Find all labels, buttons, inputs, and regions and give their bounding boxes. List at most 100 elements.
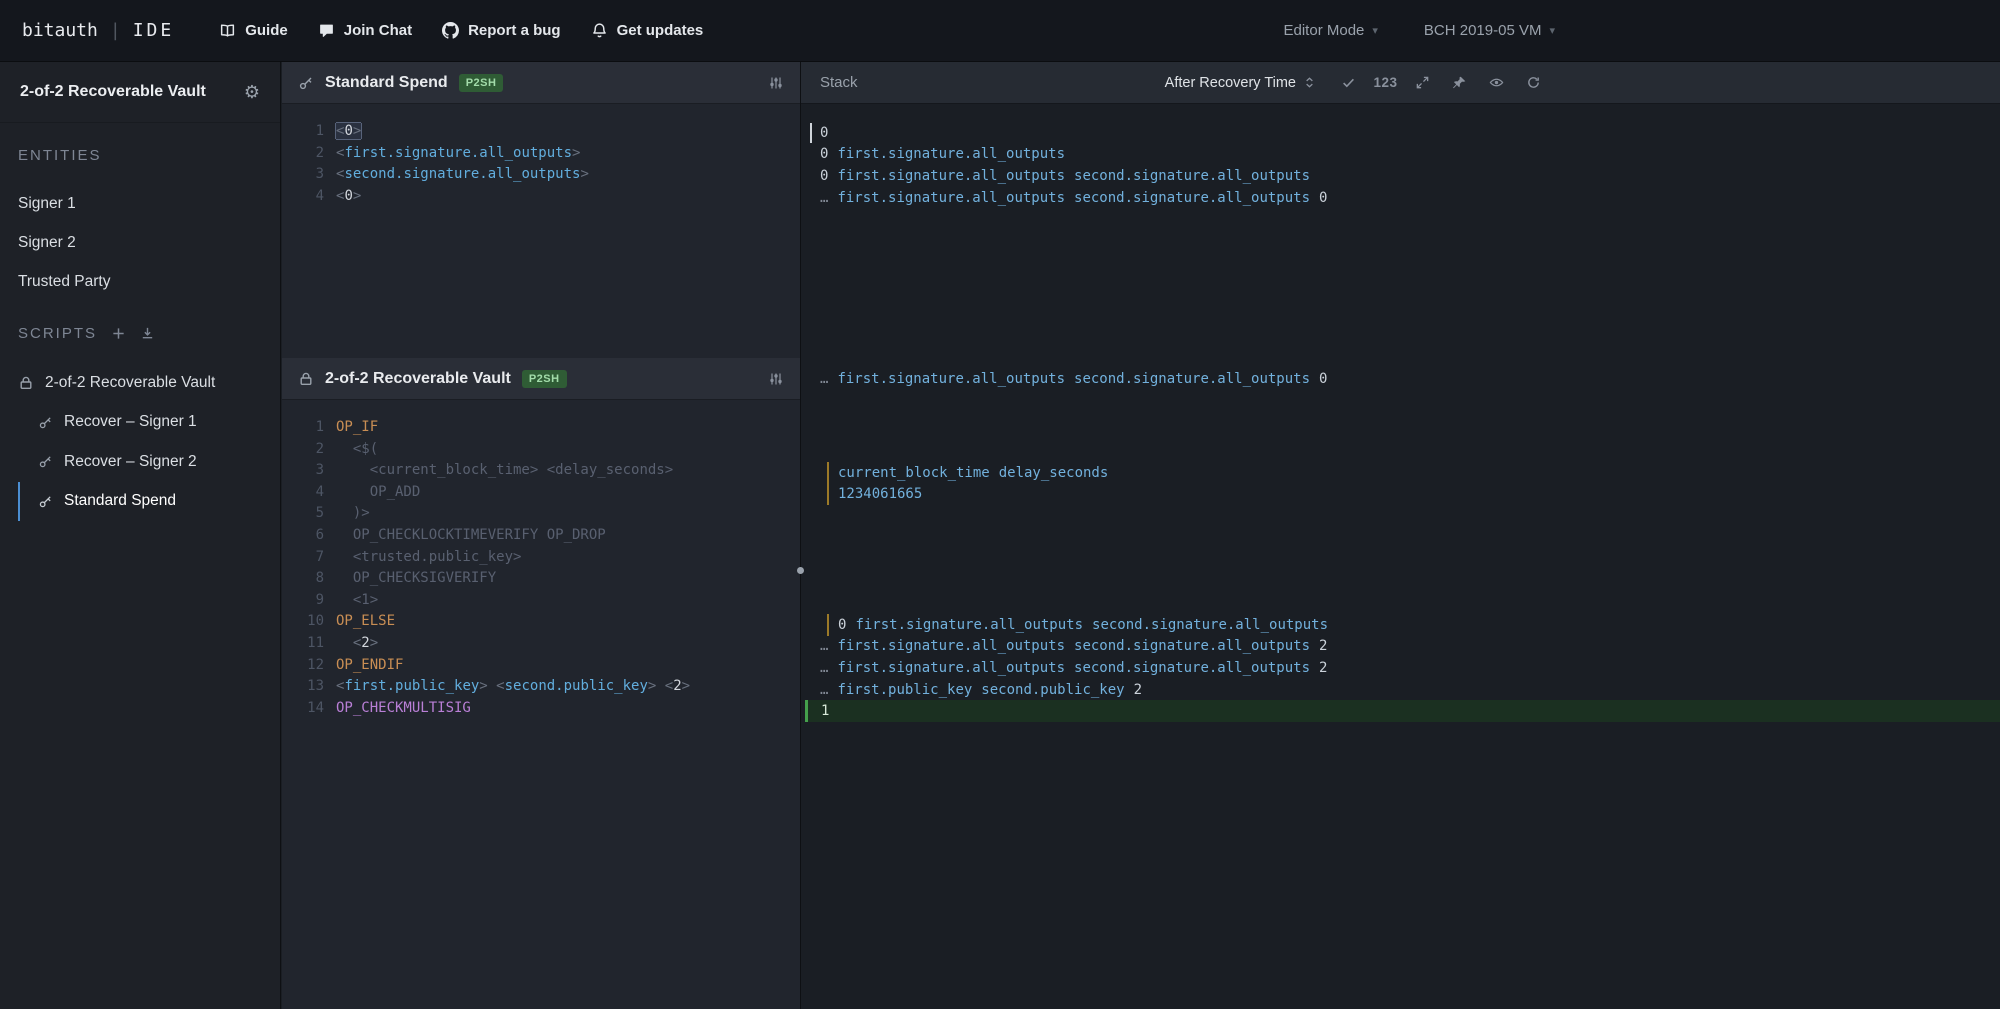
script-editor-panel: Standard Spend P2SH 1<0>2<first.signatur… (282, 62, 800, 1009)
sidebar-item-signer-2[interactable]: Signer 2 (0, 223, 280, 262)
number-format-toggle[interactable]: 123 (1367, 75, 1404, 90)
scenario-select[interactable]: After Recovery Time (1165, 75, 1316, 91)
get-updates-link[interactable]: Get updates (591, 22, 704, 39)
line-number: 1 (282, 121, 324, 143)
line-number: 2 (282, 439, 324, 461)
bell-icon (591, 22, 608, 39)
code-line[interactable]: 11 <2> (282, 633, 800, 655)
locking-script-header: 2-of-2 Recoverable Vault P2SH (282, 358, 800, 400)
stack-block: current_block_timedelay_seconds123406166… (801, 462, 2000, 505)
chevron-down-icon: ▾ (1549, 24, 1555, 37)
panel-resize-handle[interactable] (797, 567, 804, 574)
chevron-down-icon: ▾ (1372, 24, 1378, 37)
code-line[interactable]: 1OP_IF (282, 417, 800, 439)
line-number: 7 (282, 547, 324, 569)
logo-ide-text: IDE (133, 20, 175, 41)
line-number: 3 (282, 460, 324, 482)
code-line[interactable]: 4<0> (282, 186, 800, 208)
code-editor-unlocking[interactable]: 1<0>2<first.signature.all_outputs>3<seco… (282, 104, 800, 207)
add-script-icon[interactable] (111, 326, 126, 341)
sidebar-script-standard-spend[interactable]: Standard Spend (18, 482, 280, 522)
line-number: 10 (282, 611, 324, 633)
stack-block: …first.signature.all_outputssecond.signa… (801, 368, 2000, 390)
stack-row: 1234061665 (827, 484, 2000, 506)
code-line[interactable]: 3<second.signature.all_outputs> (282, 164, 800, 186)
stack-item: first.signature.all_outputs (837, 371, 1065, 387)
import-script-icon[interactable] (140, 326, 155, 341)
p2sh-badge: P2SH (459, 74, 504, 92)
editor-mode-select[interactable]: Editor Mode ▾ (1284, 22, 1378, 39)
sidebar-item-trusted-party[interactable]: Trusted Party (0, 262, 280, 301)
pin-icon[interactable] (1441, 75, 1478, 90)
code-line[interactable]: 7 <trusted.public_key> (282, 547, 800, 569)
code-line[interactable]: 9 <1> (282, 590, 800, 612)
stack-item: 0 (820, 125, 828, 141)
sidebar: 2-of-2 Recoverable Vault ⚙ ENTITIES Sign… (0, 62, 281, 1009)
stack-row: …first.public_keysecond.public_key2 (801, 679, 2000, 701)
line-number: 1 (282, 417, 324, 439)
stack-item: 0 (820, 146, 828, 162)
stack-item: first.signature.all_outputs (837, 660, 1065, 676)
line-number: 4 (282, 482, 324, 504)
code-line[interactable]: 13<first.public_key> <second.public_key>… (282, 676, 800, 698)
stack-item: first.signature.all_outputs (837, 146, 1065, 162)
code-line[interactable]: 1<0> (282, 121, 800, 143)
guide-link[interactable]: Guide (219, 22, 288, 39)
entities-section-header: ENTITIES (0, 135, 280, 175)
key-icon (38, 415, 53, 430)
vm-select[interactable]: BCH 2019-05 VM ▾ (1424, 22, 1555, 39)
code-line[interactable]: 2<first.signature.all_outputs> (282, 143, 800, 165)
sidebar-script-vault[interactable]: 2-of-2 Recoverable Vault (0, 363, 280, 403)
code-line[interactable]: 10OP_ELSE (282, 611, 800, 633)
eye-icon[interactable] (1478, 75, 1515, 90)
code-line[interactable]: 8 OP_CHECKSIGVERIFY (282, 568, 800, 590)
report-bug-link[interactable]: Report a bug (442, 22, 561, 39)
stack-item: second.public_key (981, 682, 1124, 698)
unlocking-script-header: Standard Spend P2SH (282, 62, 800, 104)
chat-icon (318, 22, 335, 39)
sliders-icon[interactable] (768, 75, 784, 91)
maximize-icon[interactable] (1404, 75, 1441, 90)
p2sh-badge: P2SH (522, 370, 567, 388)
script-label: Recover – Signer 1 (64, 413, 197, 431)
line-number: 14 (282, 698, 324, 720)
code-line[interactable]: 14OP_CHECKMULTISIG (282, 698, 800, 720)
line-number: 4 (282, 186, 324, 208)
stack-item: second.signature.all_outputs (1074, 638, 1310, 654)
code-line[interactable]: 3 <current_block_time> <delay_seconds> (282, 460, 800, 482)
stack-row: …first.signature.all_outputssecond.signa… (801, 657, 2000, 679)
vm-label: BCH 2019-05 VM (1424, 22, 1542, 39)
scenario-label: After Recovery Time (1165, 75, 1296, 91)
top-bar: bitauth | IDE Guide Join Chat Report a b… (0, 0, 2000, 62)
bitauth-logo[interactable]: bitauth | IDE (22, 20, 174, 41)
scripts-list: 2-of-2 Recoverable Vault Recover – Signe… (0, 363, 280, 521)
stack-row: 1 (805, 700, 2000, 722)
stack-header: Stack After Recovery Time 123 (801, 62, 2000, 104)
sliders-icon[interactable] (768, 371, 784, 387)
stack-item: … (820, 371, 828, 387)
stack-item: second.signature.all_outputs (1092, 617, 1328, 633)
code-line[interactable]: 4 OP_ADD (282, 482, 800, 504)
code-line[interactable]: 6 OP_CHECKLOCKTIMEVERIFY OP_DROP (282, 525, 800, 547)
check-icon[interactable] (1330, 75, 1367, 90)
gear-icon[interactable]: ⚙ (244, 83, 260, 101)
code-line[interactable]: 2 <$( (282, 439, 800, 461)
code-editor-locking[interactable]: 1OP_IF2 <$(3 <current_block_time> <delay… (282, 400, 800, 719)
join-chat-link[interactable]: Join Chat (318, 22, 412, 39)
stack-label: Stack (820, 74, 858, 91)
stack-block: 0first.signature.all_outputssecond.signa… (801, 614, 2000, 722)
lock-icon (298, 371, 314, 387)
code-line[interactable]: 5 )> (282, 503, 800, 525)
line-number: 9 (282, 590, 324, 612)
script-label: 2-of-2 Recoverable Vault (45, 374, 215, 392)
key-icon (38, 494, 53, 509)
stack-row: 0 first.signature.all_outputs (801, 144, 2000, 166)
line-number: 13 (282, 676, 324, 698)
sidebar-item-signer-1[interactable]: Signer 1 (0, 184, 280, 223)
evaluation-panel: Stack After Recovery Time 123 (801, 62, 2000, 1009)
sidebar-script-recover-signer-1[interactable]: Recover – Signer 1 (18, 403, 280, 443)
reset-icon[interactable] (1515, 75, 1552, 90)
sidebar-script-recover-signer-2[interactable]: Recover – Signer 2 (18, 442, 280, 482)
code-line[interactable]: 12OP_ENDIF (282, 655, 800, 677)
stack-row: …first.signature.all_outputssecond.signa… (801, 368, 2000, 390)
